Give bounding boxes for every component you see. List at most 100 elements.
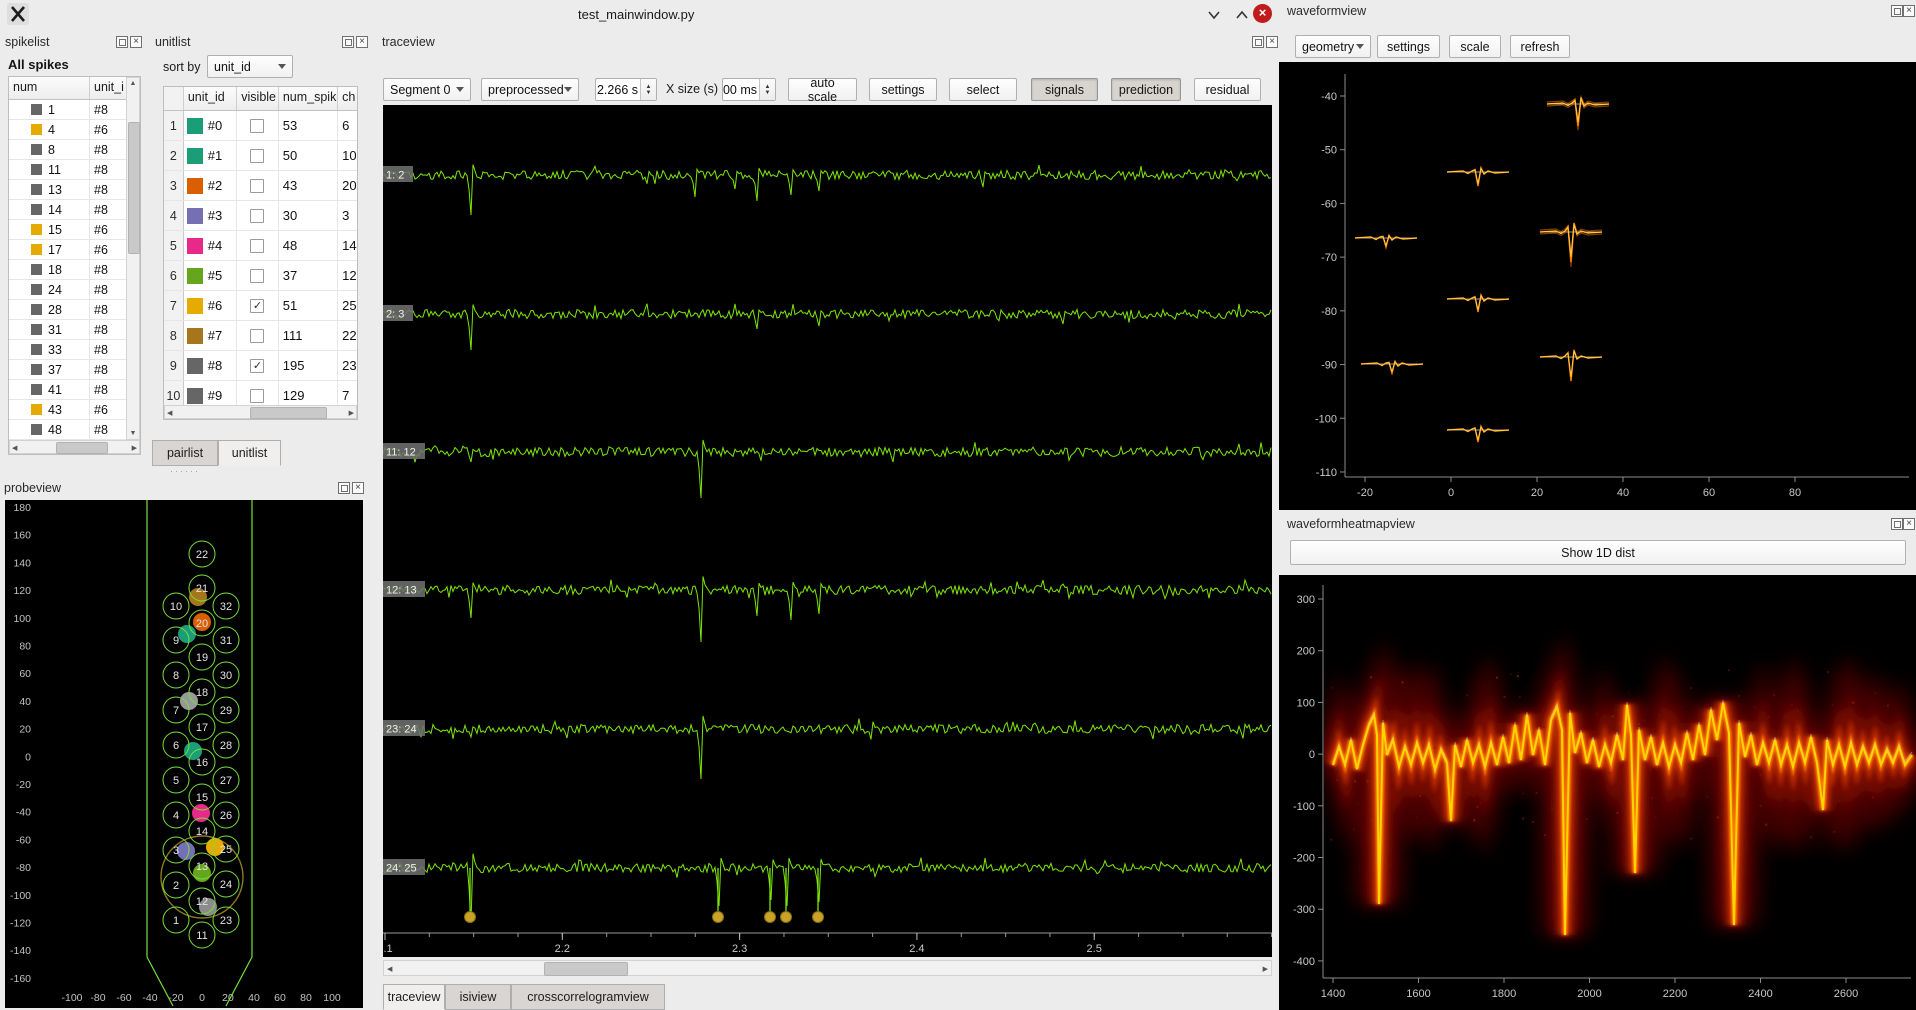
table-row[interactable]: 37#8 <box>9 360 140 380</box>
float-icon[interactable] <box>1891 5 1903 17</box>
table-row[interactable]: 8#711122 <box>164 321 357 351</box>
xsize-spinbox[interactable]: 00 ms ▲▼ <box>722 78 776 101</box>
waveform-plot[interactable]: -40-50-60-70-80-90-100-110-20020406080 <box>1279 62 1916 510</box>
segment-select[interactable]: Segment 0 <box>383 78 471 101</box>
close-icon[interactable]: × <box>352 482 364 494</box>
spike-table-vscrollbar[interactable]: ▲ ▼ <box>126 77 140 440</box>
scale-button[interactable]: scale <box>1449 35 1501 58</box>
table-row[interactable]: 13#8 <box>9 180 140 200</box>
app-icon[interactable] <box>7 3 29 25</box>
trace-hscrollbar[interactable]: ◀ ▶ <box>383 960 1272 976</box>
close-icon[interactable]: × <box>356 36 368 48</box>
scroll-left-icon[interactable]: ◀ <box>167 409 172 417</box>
table-row[interactable]: 4#6 <box>9 120 140 140</box>
close-icon[interactable]: × <box>1903 518 1915 530</box>
show-1d-dist-button[interactable]: Show 1D dist <box>1290 540 1906 565</box>
heatmap-plot[interactable]: 3002001000-100-200-300-40014001600180020… <box>1279 575 1916 1010</box>
table-row[interactable]: 48#8 <box>9 420 140 440</box>
auto-scale-button[interactable]: auto scale <box>788 78 857 101</box>
column-header-unit-id[interactable]: unit_id <box>184 87 237 110</box>
column-header-ch[interactable]: ch <box>338 87 357 110</box>
column-header-num[interactable]: num <box>9 77 90 99</box>
spike-table-hscrollbar[interactable]: ◀ ▶ <box>9 440 140 454</box>
prediction-button[interactable]: prediction <box>1111 78 1181 101</box>
visible-checkbox[interactable] <box>250 329 264 343</box>
table-row[interactable]: 28#8 <box>9 300 140 320</box>
table-row[interactable]: 2#15010 <box>164 141 357 171</box>
tab-traceview[interactable]: traceview <box>383 984 445 1010</box>
column-header-num-spikes[interactable]: num_spikes <box>279 87 338 110</box>
float-icon[interactable] <box>116 36 128 48</box>
visible-checkbox[interactable] <box>250 389 264 403</box>
table-row[interactable]: 3#24320 <box>164 171 357 201</box>
scroll-up-icon[interactable]: ▲ <box>127 80 139 87</box>
probe-plot[interactable]: 180160140120100806040200-20-40-60-80-100… <box>5 500 363 1008</box>
tab-pairlist[interactable]: pairlist <box>152 440 218 466</box>
table-row[interactable]: 18#8 <box>9 260 140 280</box>
table-row[interactable]: 8#8 <box>9 140 140 160</box>
table-row[interactable]: 5#44814 <box>164 231 357 261</box>
float-icon[interactable] <box>338 482 350 494</box>
settings-button[interactable]: settings <box>869 78 937 101</box>
table-row[interactable]: 17#6 <box>9 240 140 260</box>
table-row[interactable]: 41#8 <box>9 380 140 400</box>
spin-arrows-icon[interactable]: ▲▼ <box>759 79 775 100</box>
scroll-right-icon[interactable]: ▶ <box>1263 965 1268 973</box>
sort-by-select[interactable]: unit_id <box>207 55 293 78</box>
scroll-right-icon[interactable]: ▶ <box>349 409 354 417</box>
table-row[interactable]: 43#6 <box>9 400 140 420</box>
settings-button[interactable]: settings <box>1377 35 1440 58</box>
scroll-left-icon[interactable]: ◀ <box>12 444 17 452</box>
close-icon[interactable]: × <box>1266 36 1278 48</box>
unit-table-hscrollbar[interactable]: ◀ ▶ <box>164 405 357 419</box>
residual-button[interactable]: residual <box>1194 78 1261 101</box>
unit-table-header[interactable]: unit_id visible num_spikes ch <box>164 87 357 111</box>
signals-button[interactable]: signals <box>1031 78 1098 101</box>
maximize-button[interactable] <box>1234 9 1250 21</box>
refresh-button[interactable]: refresh <box>1510 35 1570 58</box>
float-icon[interactable] <box>1252 36 1264 48</box>
table-row[interactable]: 31#8 <box>9 320 140 340</box>
select-button[interactable]: select <box>949 78 1017 101</box>
splitter-handle[interactable]: ······ <box>170 466 200 476</box>
geometry-select[interactable]: geometry <box>1295 35 1371 58</box>
scroll-left-icon[interactable]: ◀ <box>387 965 392 973</box>
trace-plot[interactable]: 2.12.22.32.42.51: 22: 311: 1212: 1323: 2… <box>383 105 1272 957</box>
close-icon[interactable]: × <box>130 36 142 48</box>
table-row[interactable]: 9#8✓19523 <box>164 351 357 381</box>
column-header-unit-id[interactable]: unit_i <box>90 77 126 99</box>
scroll-right-icon[interactable]: ▶ <box>132 444 137 452</box>
table-row[interactable]: 6#53712 <box>164 261 357 291</box>
visible-checkbox[interactable] <box>250 269 264 283</box>
visible-checkbox[interactable]: ✓ <box>250 299 264 313</box>
window-close-button[interactable]: × <box>1253 4 1272 23</box>
tab-unitlist[interactable]: unitlist <box>218 440 281 466</box>
table-row[interactable]: 33#8 <box>9 340 140 360</box>
spin-arrows-icon[interactable]: ▲▼ <box>640 79 656 100</box>
table-row[interactable]: 15#6 <box>9 220 140 240</box>
visible-checkbox[interactable] <box>250 179 264 193</box>
minimize-button[interactable] <box>1206 9 1222 21</box>
table-row[interactable]: 1#0536 <box>164 111 357 141</box>
visible-checkbox[interactable] <box>250 239 264 253</box>
float-icon[interactable] <box>342 36 354 48</box>
table-row[interactable]: 14#8 <box>9 200 140 220</box>
table-row[interactable]: 7#6✓5125 <box>164 291 357 321</box>
visible-checkbox[interactable]: ✓ <box>250 359 264 373</box>
table-row[interactable]: 1#8 <box>9 100 140 120</box>
source-select[interactable]: preprocessed <box>481 78 579 101</box>
table-row[interactable]: 24#8 <box>9 280 140 300</box>
tab-isiview[interactable]: isiview <box>445 984 511 1010</box>
visible-checkbox[interactable] <box>250 149 264 163</box>
close-icon[interactable]: × <box>1903 5 1915 17</box>
visible-checkbox[interactable] <box>250 209 264 223</box>
spike-table-header[interactable]: num unit_i <box>9 77 140 100</box>
float-icon[interactable] <box>1891 518 1903 530</box>
table-row[interactable]: 4#3303 <box>164 201 357 231</box>
scroll-down-icon[interactable]: ▼ <box>127 430 139 437</box>
tab-crosscorrelogramview[interactable]: crosscorrelogramview <box>511 984 665 1010</box>
table-row[interactable]: 11#8 <box>9 160 140 180</box>
visible-checkbox[interactable] <box>250 119 264 133</box>
column-header-visible[interactable]: visible <box>237 87 279 110</box>
time-spinbox[interactable]: 2.266 s ▲▼ <box>595 78 657 101</box>
